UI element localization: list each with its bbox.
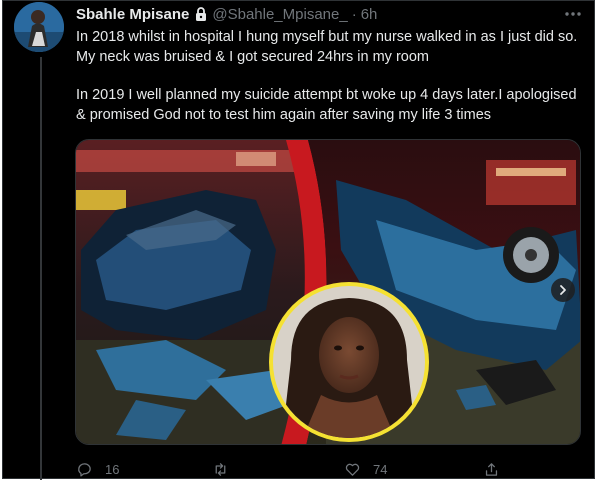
retweet-button[interactable] <box>212 460 241 478</box>
lock-icon <box>193 6 209 22</box>
like-button[interactable]: 74 <box>344 460 387 478</box>
tweet-header: Sbahle Mpisane @Sbahle_Mpisane_ · 6h <box>76 4 377 24</box>
separator: · <box>351 5 357 23</box>
display-name[interactable]: Sbahle Mpisane <box>76 6 189 23</box>
reply-icon <box>78 462 91 477</box>
tweet-text: In 2018 whilst in hospital I hung myself… <box>76 28 586 125</box>
reply-button[interactable]: 16 <box>76 460 119 478</box>
timestamp[interactable]: 6h <box>361 6 378 23</box>
heart-icon <box>345 463 360 476</box>
avatar[interactable] <box>14 2 64 52</box>
thread-line <box>40 57 42 480</box>
tweet-paragraph: In 2019 I well planned my suicide attemp… <box>76 87 577 123</box>
like-count: 74 <box>373 461 388 477</box>
retweet-icon <box>215 462 226 476</box>
reply-count: 16 <box>105 461 120 477</box>
share-icon <box>485 462 498 476</box>
chevron-right-icon <box>560 285 566 295</box>
next-media-button[interactable] <box>551 278 575 302</box>
tweet-media[interactable] <box>75 139 581 445</box>
tweet-actions: 16 74 <box>76 460 506 478</box>
share-button[interactable] <box>483 460 500 478</box>
media-image <box>76 140 580 444</box>
handle[interactable]: @Sbahle_Mpisane_ <box>212 6 347 23</box>
more-icon[interactable] <box>563 4 583 24</box>
tweet-paragraph: In 2018 whilst in hospital I hung myself… <box>76 29 578 65</box>
